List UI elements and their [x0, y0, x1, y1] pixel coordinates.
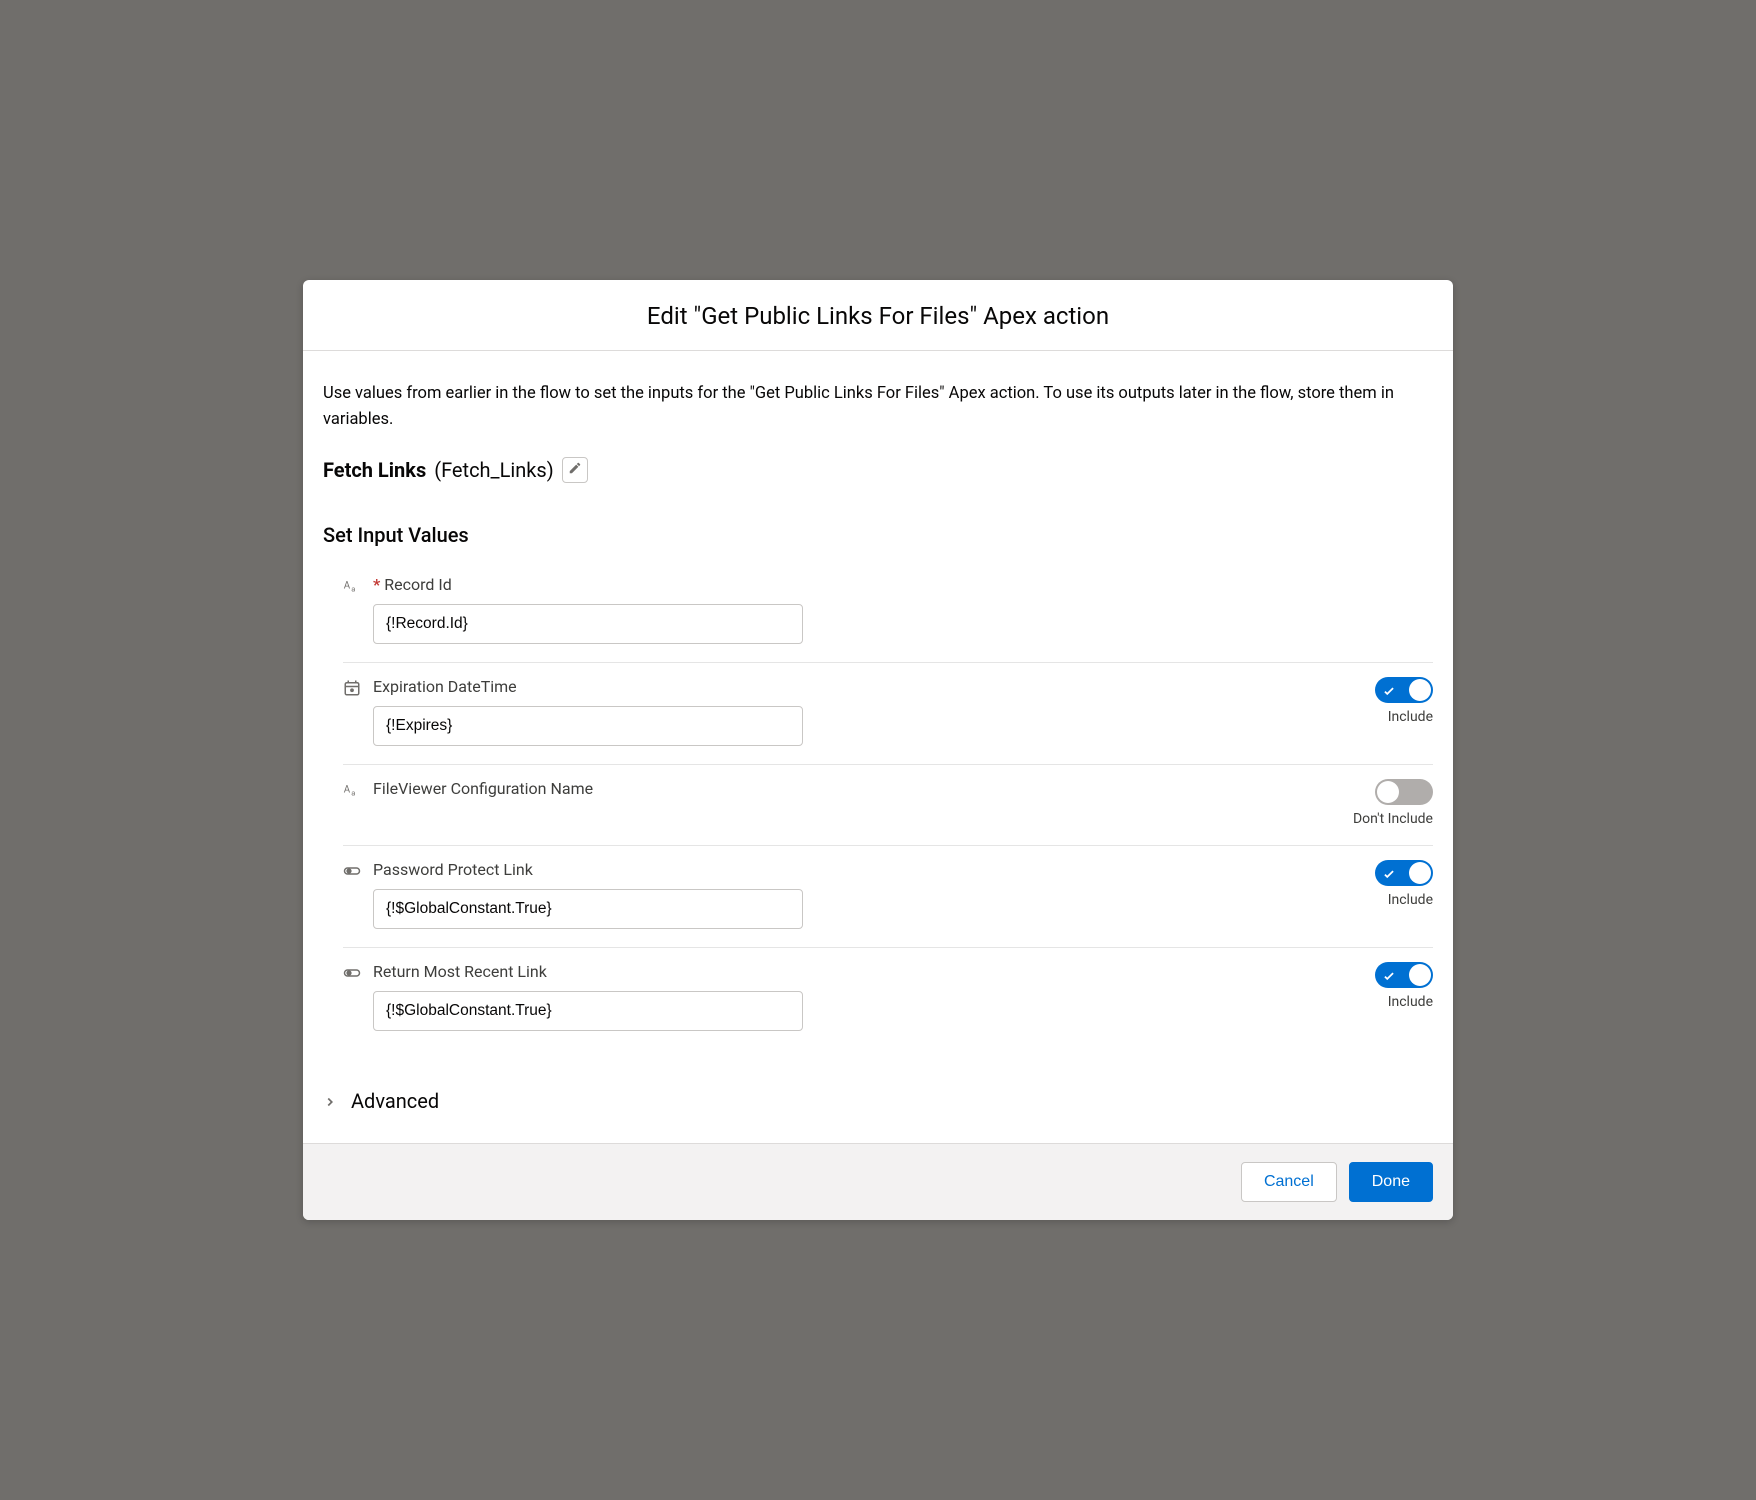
expiration-input[interactable] — [373, 706, 803, 746]
svg-text:A: A — [344, 784, 351, 795]
input-row-record-id: Aa * Record Id — [343, 575, 1433, 662]
toggle-label: Include — [1388, 709, 1433, 725]
text-type-icon: Aa — [343, 781, 361, 799]
svg-text:A: A — [344, 580, 351, 591]
return-recent-input[interactable] — [373, 991, 803, 1031]
expiration-include-toggle[interactable] — [1375, 677, 1433, 703]
password-protect-input[interactable] — [373, 889, 803, 929]
boolean-type-icon — [343, 862, 361, 880]
advanced-label: Advanced — [351, 1089, 439, 1113]
password-protect-label: Password Protect Link — [373, 860, 803, 879]
fv-config-label: FileViewer Configuration Name — [373, 779, 593, 798]
check-icon — [1382, 968, 1396, 982]
action-name-row: Fetch Links (Fetch_Links) — [323, 457, 1433, 483]
done-button[interactable]: Done — [1349, 1162, 1433, 1202]
input-rows: Aa * Record Id — [323, 575, 1433, 1049]
boolean-type-icon — [343, 964, 361, 982]
input-row-fv-config: Aa FileViewer Configuration Name Don't I… — [343, 764, 1433, 845]
record-id-label: * Record Id — [373, 575, 803, 594]
chevron-right-icon — [323, 1094, 337, 1108]
input-row-return-recent: Return Most Recent Link Include — [343, 947, 1433, 1049]
pencil-icon — [568, 461, 582, 478]
password-protect-include-toggle[interactable] — [1375, 860, 1433, 886]
toggle-label: Don't Include — [1353, 811, 1433, 827]
svg-text:a: a — [351, 788, 355, 797]
modal-footer: Cancel Done — [303, 1143, 1453, 1220]
fv-config-include-toggle[interactable] — [1375, 779, 1433, 805]
modal-header: Edit "Get Public Links For Files" Apex a… — [303, 280, 1453, 351]
check-icon — [1382, 683, 1396, 697]
check-icon — [1382, 866, 1396, 880]
datetime-type-icon — [343, 679, 361, 697]
input-row-password-protect: Password Protect Link Include — [343, 845, 1433, 947]
svg-text:a: a — [351, 584, 355, 593]
cancel-button[interactable]: Cancel — [1241, 1162, 1337, 1202]
return-recent-label: Return Most Recent Link — [373, 962, 803, 981]
expiration-label: Expiration DateTime — [373, 677, 803, 696]
input-row-expiration: Expiration DateTime Include — [343, 662, 1433, 764]
action-label: Fetch Links — [323, 458, 426, 482]
record-id-input[interactable] — [373, 604, 803, 644]
modal-title: Edit "Get Public Links For Files" Apex a… — [323, 302, 1433, 330]
modal-body: Use values from earlier in the flow to s… — [303, 351, 1453, 1142]
edit-name-button[interactable] — [562, 457, 588, 483]
toggle-label: Include — [1388, 994, 1433, 1010]
edit-action-modal: Edit "Get Public Links For Files" Apex a… — [303, 280, 1453, 1219]
action-api-name: (Fetch_Links) — [434, 458, 553, 482]
return-recent-include-toggle[interactable] — [1375, 962, 1433, 988]
toggle-label: Include — [1388, 892, 1433, 908]
modal-description: Use values from earlier in the flow to s… — [323, 381, 1433, 432]
text-type-icon: Aa — [343, 577, 361, 595]
required-indicator: * — [373, 575, 380, 594]
advanced-section-toggle[interactable]: Advanced — [323, 1089, 1433, 1113]
section-title: Set Input Values — [323, 523, 1433, 547]
